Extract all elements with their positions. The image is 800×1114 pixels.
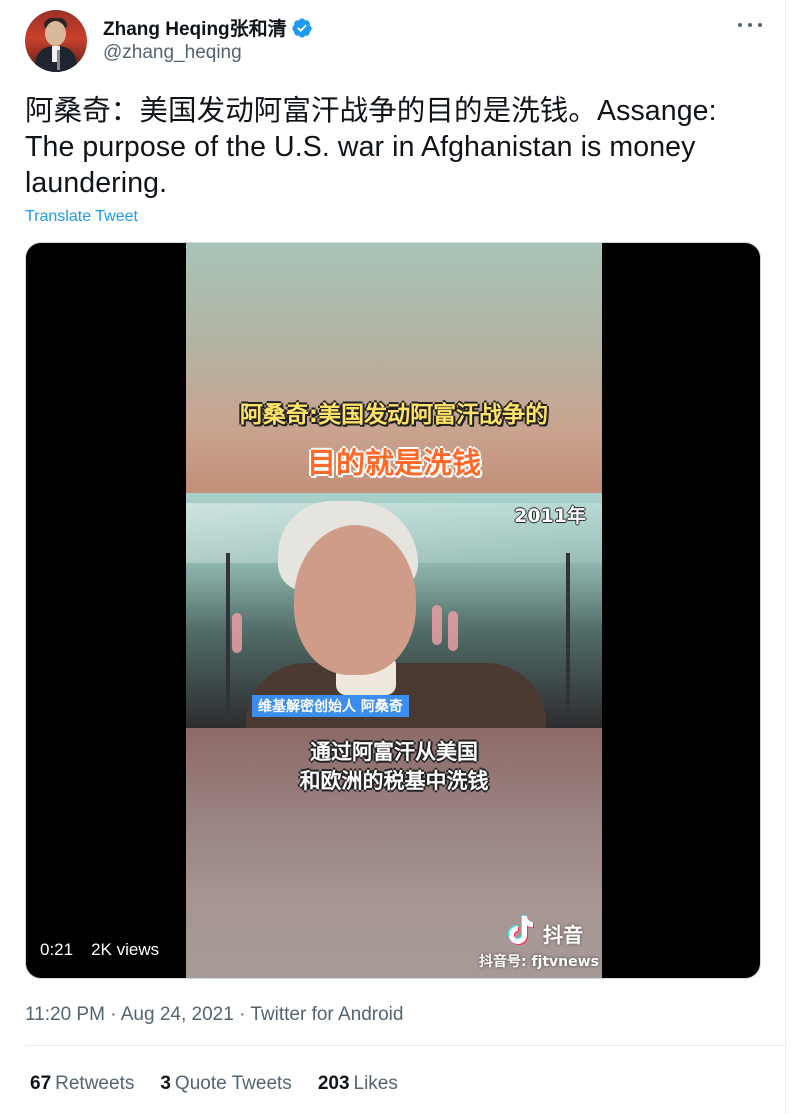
video-stats: 0:21 2K views	[40, 940, 159, 960]
video-duration: 0:21	[40, 940, 74, 959]
video-frame[interactable]: 阿桑奇:美国发动阿富汗战争的 目的就是洗钱 2011年 维基解密创始人 阿桑奇 …	[186, 243, 602, 978]
tiktok-account-id: 抖音号: fjtvnews	[479, 954, 599, 970]
author-handle[interactable]: @zhang_heqing	[103, 42, 242, 64]
tweet-text: 阿桑奇：美国发动阿富汗战争的目的是洗钱。Assange: The purpose…	[25, 95, 717, 199]
author-name-row[interactable]: Zhang Heqing张和清	[103, 14, 313, 41]
video-name-tag: 维基解密创始人 阿桑奇	[252, 695, 409, 717]
likes-stat[interactable]: 203 Likes	[318, 1073, 398, 1095]
more-options-icon[interactable]	[738, 13, 762, 37]
tweet-timestamp[interactable]: 11:20 PM · Aug 24, 2021 · Twitter for An…	[25, 1004, 403, 1026]
video-caption-line1: 阿桑奇:美国发动阿富汗战争的	[239, 402, 549, 428]
tweet-stats: 67 Retweets 3 Quote Tweets 203 Likes	[30, 1073, 398, 1095]
likes-label: Likes	[353, 1073, 398, 1094]
video-player[interactable]: 阿桑奇:美国发动阿富汗战争的 目的就是洗钱 2011年 维基解密创始人 阿桑奇 …	[25, 242, 761, 979]
retweets-stat[interactable]: 67 Retweets	[30, 1073, 134, 1095]
avatar[interactable]	[25, 10, 87, 72]
verified-badge-icon	[292, 17, 312, 38]
video-views: 2K views	[91, 940, 160, 959]
video-subtitle-line2: 和欧洲的税基中洗钱	[299, 769, 489, 793]
person-image	[294, 525, 416, 675]
likes-count: 203	[317, 1073, 350, 1094]
translate-tweet-link[interactable]: Translate Tweet	[25, 208, 138, 226]
video-subtitle-line1: 通过阿富汗从美国	[310, 740, 478, 764]
divider	[25, 1045, 786, 1046]
video-year-label: 2011年	[514, 505, 586, 527]
quotes-count: 3	[160, 1073, 171, 1094]
retweets-label: Retweets	[55, 1073, 135, 1094]
tiktok-brand: 抖音	[543, 923, 583, 947]
video-caption-line2: 目的就是洗钱	[306, 446, 481, 480]
retweets-count: 67	[30, 1073, 52, 1094]
author-name[interactable]: Zhang Heqing张和清	[103, 14, 287, 41]
quotes-label: Quote Tweets	[174, 1073, 292, 1094]
tiktok-logo-icon	[508, 915, 534, 945]
tweet: Zhang Heqing张和清 @zhang_heqing 阿桑奇：美国发动阿富…	[0, 0, 786, 1114]
quote-tweets-stat[interactable]: 3 Quote Tweets	[160, 1073, 291, 1095]
